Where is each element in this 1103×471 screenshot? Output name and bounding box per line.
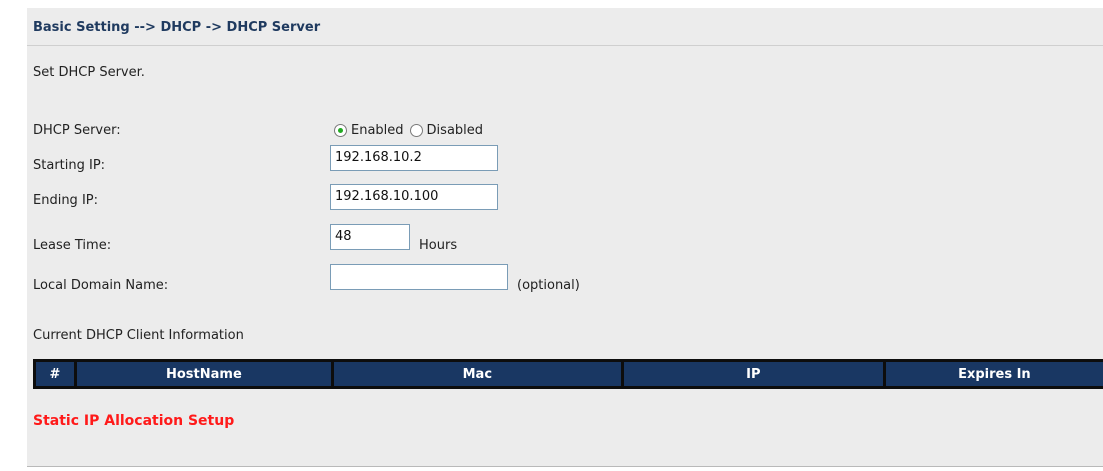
- enabled-radio[interactable]: [334, 123, 347, 137]
- page: Basic Setting --> DHCP -> DHCP Server Se…: [0, 0, 1103, 471]
- client-info-title: Current DHCP Client Information: [33, 328, 244, 343]
- dhcp-server-panel: Basic Setting --> DHCP -> DHCP Server Se…: [27, 8, 1103, 467]
- dhcp-server-radio-group: Enabled Disabled: [334, 121, 489, 139]
- ending-ip-input[interactable]: 192.168.10.100: [330, 184, 498, 210]
- disabled-radio[interactable]: [409, 123, 423, 137]
- local-domain-optional-note: (optional): [517, 278, 580, 293]
- disabled-radio-label[interactable]: Disabled: [427, 123, 483, 138]
- column-header-ip: IP: [623, 362, 883, 386]
- page-description: Set DHCP Server.: [33, 65, 145, 80]
- local-domain-name-input[interactable]: [330, 264, 508, 290]
- lease-time-input[interactable]: 48: [330, 224, 410, 250]
- local-domain-name-label: Local Domain Name:: [33, 278, 169, 293]
- starting-ip-input[interactable]: 192.168.10.2: [330, 145, 498, 171]
- column-header-hostname: HostName: [76, 362, 331, 386]
- column-header-number: #: [36, 362, 74, 386]
- column-header-mac: Mac: [333, 362, 621, 386]
- static-ip-allocation-link[interactable]: Static IP Allocation Setup: [33, 413, 234, 429]
- lease-time-label: Lease Time:: [33, 238, 112, 253]
- ending-ip-label: Ending IP:: [33, 193, 98, 208]
- breadcrumb: Basic Setting --> DHCP -> DHCP Server: [33, 20, 321, 35]
- enabled-radio-label[interactable]: Enabled: [351, 123, 404, 138]
- dhcp-server-label: DHCP Server:: [33, 123, 121, 138]
- breadcrumb-bar: Basic Setting --> DHCP -> DHCP Server: [27, 8, 1103, 46]
- client-info-table-header: # HostName Mac IP Expires In: [33, 359, 1103, 389]
- starting-ip-label: Starting IP:: [33, 158, 106, 173]
- column-header-expires-in: Expires In: [885, 362, 1103, 386]
- lease-time-unit: Hours: [419, 238, 458, 253]
